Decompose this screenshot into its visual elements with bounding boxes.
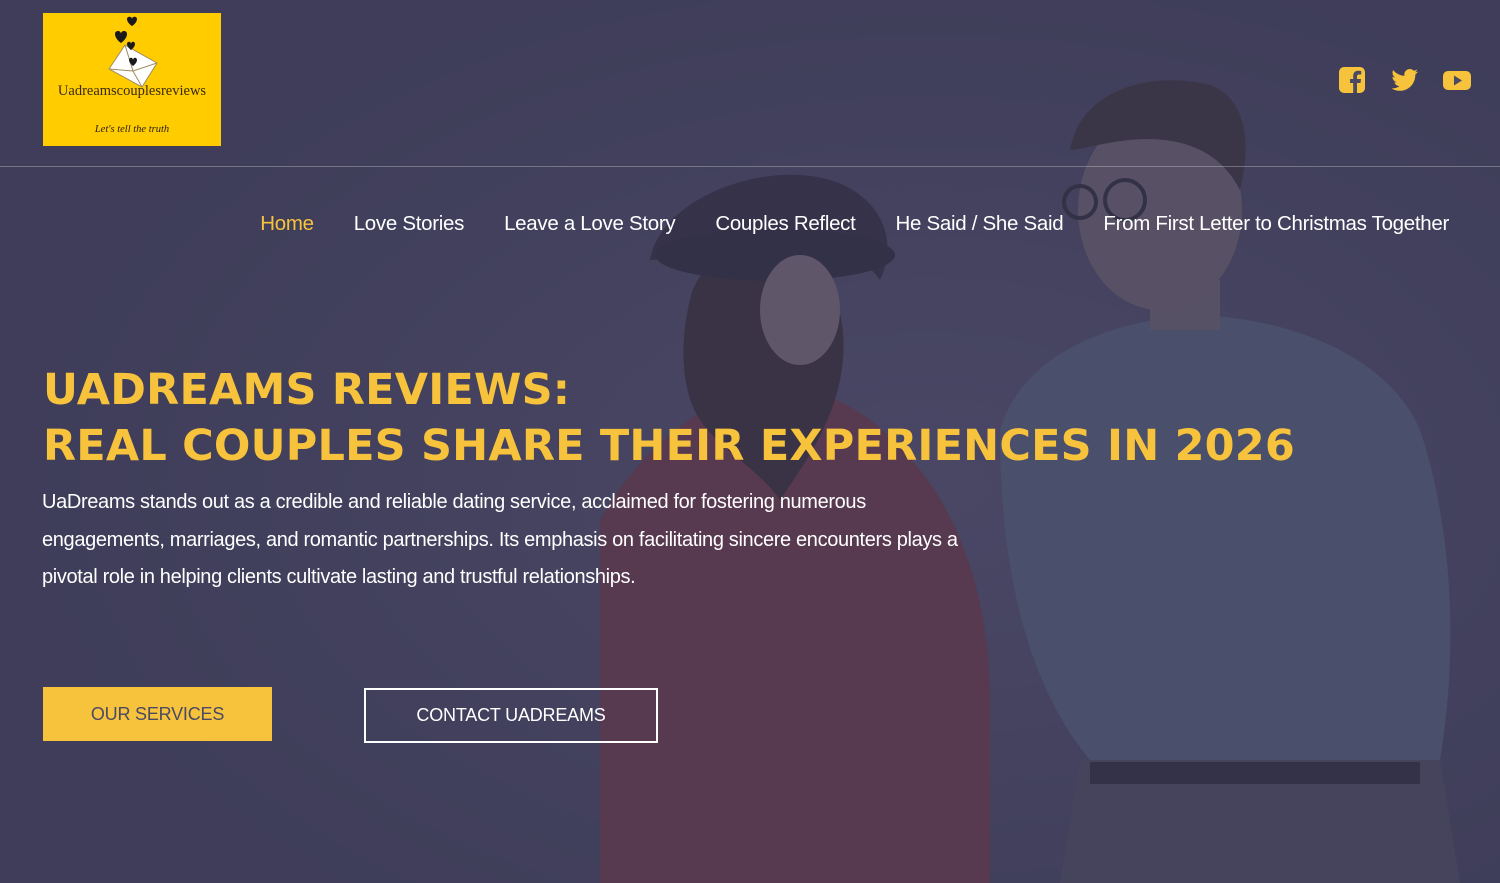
hero-headline: UADREAMS REVIEWS: REAL COUPLES SHARE THE… [43, 362, 1295, 474]
social-links [1338, 66, 1471, 94]
logo-name: Uadreamscouplesreviews [57, 83, 207, 99]
nav-item-first-letter-to-christmas[interactable]: From First Letter to Christmas Together [1103, 212, 1449, 236]
page: Uadreamscouplesreviews Let's tell the tr… [0, 0, 1500, 883]
nav-item-leave-a-love-story[interactable]: Leave a Love Story [504, 212, 676, 236]
our-services-button[interactable]: OUR SERVICES [43, 687, 272, 741]
youtube-icon[interactable] [1442, 66, 1471, 94]
logo-tagline: Let's tell the truth [94, 124, 170, 135]
site-logo[interactable]: Uadreamscouplesreviews Let's tell the tr… [43, 13, 221, 146]
twitter-icon[interactable] [1390, 66, 1418, 94]
nav-item-he-said-she-said[interactable]: He Said / She Said [896, 212, 1064, 236]
hero-intro: UaDreams stands out as a credible and re… [42, 491, 958, 588]
main-nav: Home Love Stories Leave a Love Story Cou… [260, 212, 1449, 236]
nav-item-home[interactable]: Home [260, 212, 314, 236]
hero-headline-line2: REAL COUPLES SHARE THEIR EXPERIENCES IN … [43, 421, 1296, 471]
header-divider [0, 166, 1500, 167]
nav-item-couples-reflect[interactable]: Couples Reflect [715, 212, 856, 236]
facebook-icon[interactable] [1338, 66, 1366, 94]
nav-item-love-stories[interactable]: Love Stories [354, 212, 465, 236]
contact-uadreams-button[interactable]: CONTACT UADREAMS [364, 688, 658, 743]
hero-headline-line1: UADREAMS REVIEWS: [43, 365, 571, 415]
